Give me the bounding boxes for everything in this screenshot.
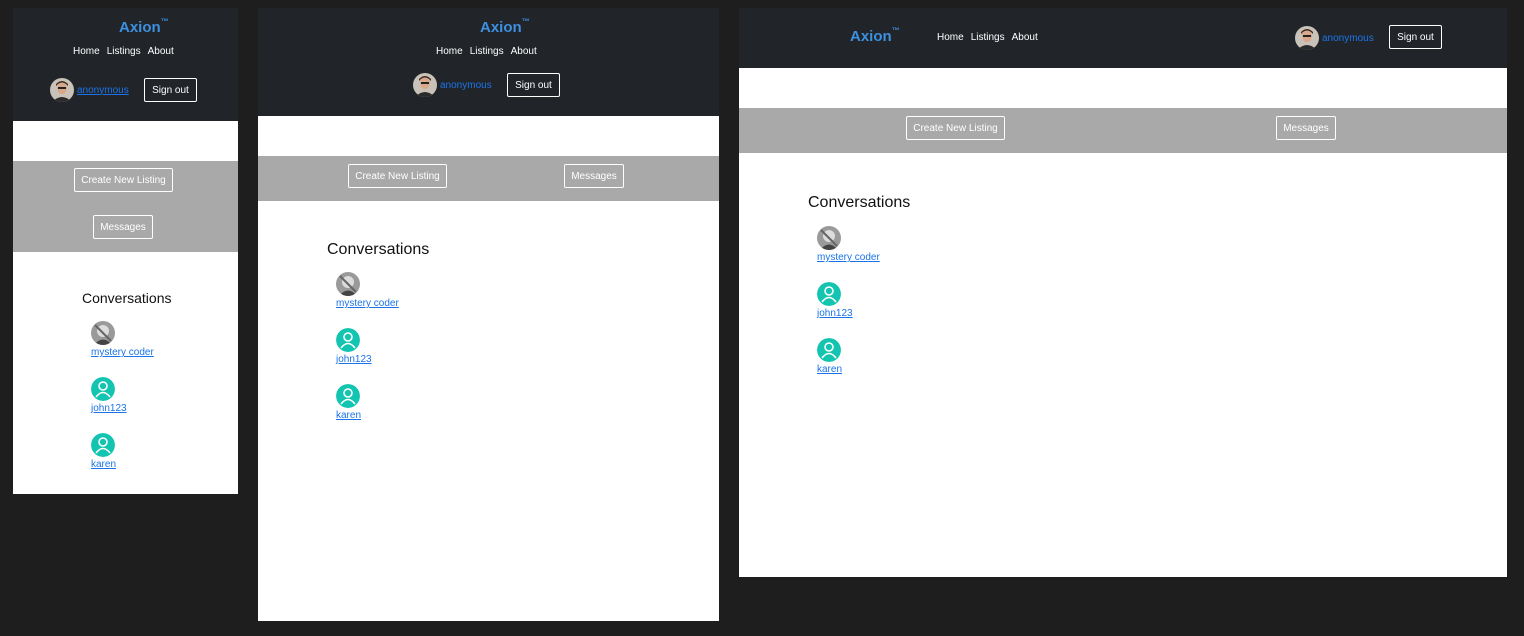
nav-link-home[interactable]: Home (436, 46, 463, 57)
user-photo-avatar (91, 321, 115, 345)
nav-link-about[interactable]: About (511, 46, 537, 57)
viewport-large: Axion™ Home Listings About anonymous Sign … (739, 8, 1507, 577)
conversations-heading: Conversations (82, 290, 172, 306)
conversation-name[interactable]: karen (91, 459, 116, 470)
conversation-item[interactable]: karen (817, 338, 842, 375)
conversation-item[interactable]: karen (91, 433, 116, 470)
username-link[interactable]: anonymous (440, 80, 492, 91)
nav-link-about[interactable]: About (148, 46, 174, 57)
nav-links: Home Listings About (937, 32, 1045, 43)
nav-link-listings[interactable]: Listings (470, 46, 504, 57)
conversations-heading: Conversations (808, 194, 911, 211)
conversation-name[interactable]: mystery coder (336, 298, 399, 309)
conversation-name[interactable]: karen (817, 364, 842, 375)
user-icon (817, 338, 841, 362)
nav-link-about[interactable]: About (1012, 32, 1038, 43)
nav-link-listings[interactable]: Listings (971, 32, 1005, 43)
conversation-name[interactable]: john123 (91, 403, 127, 414)
user-avatar[interactable] (1295, 26, 1319, 50)
nav-links: Home Listings About (73, 46, 181, 57)
sign-out-button[interactable]: Sign out (507, 73, 560, 97)
user-menu: anonymous (1295, 26, 1374, 50)
user-avatar[interactable] (413, 73, 437, 97)
viewport-small: Axion™ Home Listings About anonymous Sign … (13, 8, 238, 494)
username-link[interactable]: anonymous (77, 85, 129, 96)
messages-button[interactable]: Messages (93, 215, 153, 239)
brand-logo[interactable]: Axion™ (480, 17, 530, 36)
conversation-item[interactable]: john123 (91, 377, 127, 414)
sign-out-button[interactable]: Sign out (144, 78, 197, 102)
brand-logo[interactable]: Axion™ (850, 26, 900, 45)
conversation-name[interactable]: mystery coder (91, 347, 154, 358)
nav-link-listings[interactable]: Listings (107, 46, 141, 57)
action-bar: Create New Listing Messages (13, 161, 238, 252)
conversation-item[interactable]: mystery coder (817, 226, 880, 263)
user-menu: anonymous (413, 73, 492, 97)
navbar: Axion™ Home Listings About anonymous Sign … (739, 8, 1507, 68)
action-bar: Create New Listing Messages (258, 156, 719, 201)
conversation-item[interactable]: john123 (817, 282, 853, 319)
user-avatar[interactable] (50, 78, 74, 102)
conversation-name[interactable]: karen (336, 410, 361, 421)
nav-link-home[interactable]: Home (937, 32, 964, 43)
conversation-item[interactable]: mystery coder (91, 321, 154, 358)
user-icon (91, 433, 115, 457)
conversation-name[interactable]: john123 (817, 308, 853, 319)
user-icon (91, 377, 115, 401)
brand-logo[interactable]: Axion™ (119, 17, 169, 36)
viewport-medium: Axion™ Home Listings About anonymous Sign … (258, 8, 719, 621)
create-listing-button[interactable]: Create New Listing (348, 164, 447, 188)
conversation-item[interactable]: john123 (336, 328, 372, 365)
username-link[interactable]: anonymous (1322, 33, 1374, 44)
conversation-item[interactable]: karen (336, 384, 361, 421)
user-icon (336, 328, 360, 352)
create-listing-button[interactable]: Create New Listing (74, 168, 173, 192)
user-icon (817, 282, 841, 306)
action-bar: Create New Listing Messages (739, 108, 1507, 153)
messages-button[interactable]: Messages (1276, 116, 1336, 140)
create-listing-button[interactable]: Create New Listing (906, 116, 1005, 140)
nav-link-home[interactable]: Home (73, 46, 100, 57)
user-menu: anonymous (50, 78, 129, 102)
messages-button[interactable]: Messages (564, 164, 624, 188)
conversation-name[interactable]: john123 (336, 354, 372, 365)
conversations-heading: Conversations (327, 241, 430, 258)
user-photo-avatar (817, 226, 841, 250)
nav-links: Home Listings About (436, 46, 544, 57)
navbar: Axion™ Home Listings About anonymous Sign … (258, 8, 719, 116)
user-photo-avatar (336, 272, 360, 296)
sign-out-button[interactable]: Sign out (1389, 25, 1442, 49)
conversation-item[interactable]: mystery coder (336, 272, 399, 309)
conversation-name[interactable]: mystery coder (817, 252, 880, 263)
navbar: Axion™ Home Listings About anonymous Sign … (13, 8, 238, 121)
user-icon (336, 384, 360, 408)
